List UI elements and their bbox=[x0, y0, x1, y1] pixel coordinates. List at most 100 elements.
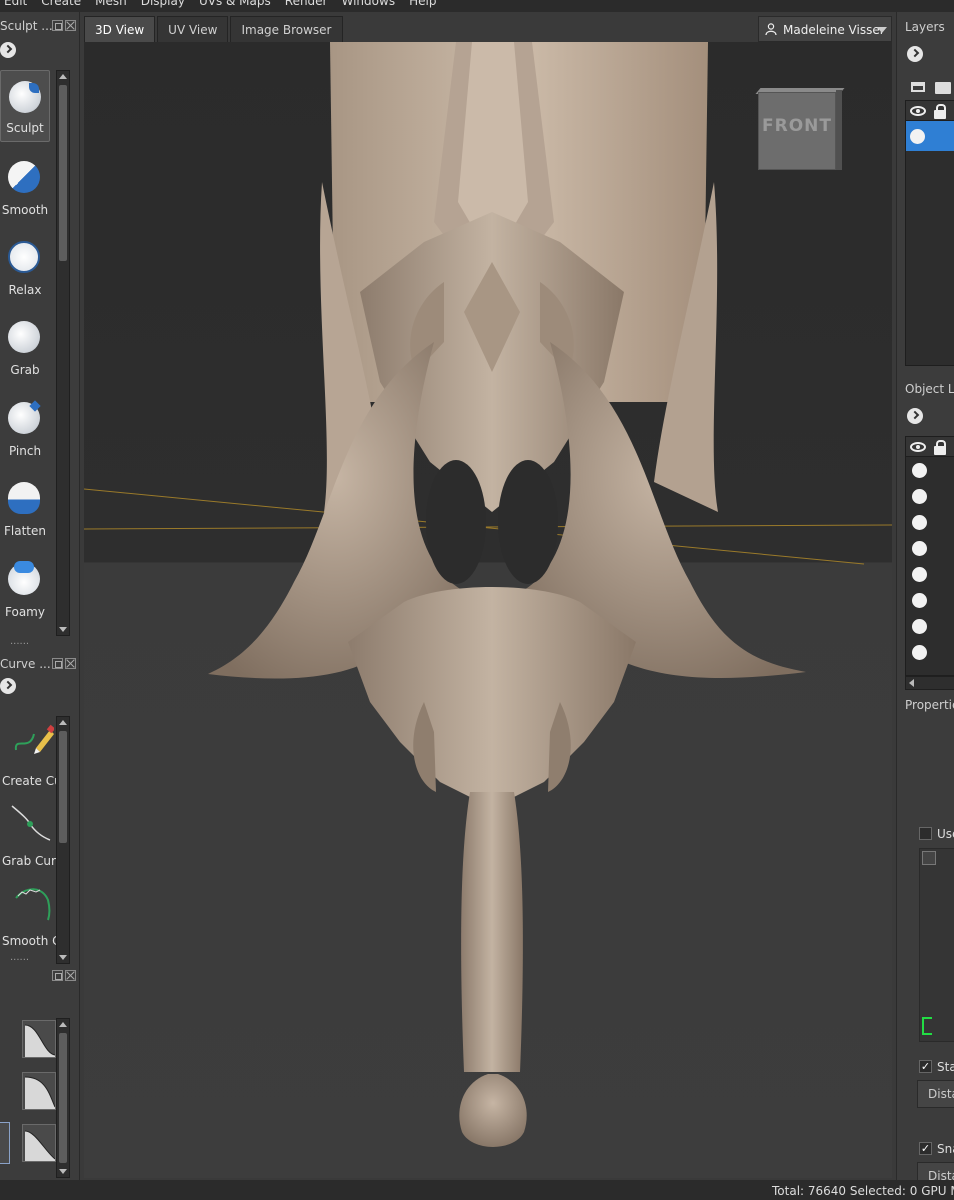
falloff-selection[interactable] bbox=[0, 1122, 10, 1164]
tool-sculpt[interactable]: Sculpt bbox=[0, 70, 50, 142]
stamp-checkbox[interactable]: ✓ bbox=[919, 1060, 932, 1073]
lock-icon[interactable] bbox=[934, 104, 946, 119]
tab-image-browser[interactable]: Image Browser bbox=[230, 16, 343, 42]
falloff-curve-3[interactable] bbox=[22, 1124, 56, 1162]
object-visibility-dot[interactable] bbox=[912, 619, 927, 634]
tab-3d-view[interactable]: 3D View bbox=[84, 16, 156, 42]
menu-help[interactable]: Help bbox=[409, 0, 436, 8]
undock-icon[interactable] bbox=[52, 658, 63, 669]
folder-icon[interactable] bbox=[935, 82, 951, 94]
curve-editor-toggle[interactable] bbox=[922, 851, 936, 865]
flatten-brush-icon bbox=[8, 482, 40, 514]
menu-windows[interactable]: Windows bbox=[342, 0, 396, 8]
sculpt-panel-title: Sculpt ... bbox=[0, 19, 53, 33]
object-visibility-dot[interactable] bbox=[912, 567, 927, 582]
falloff-curve-2[interactable] bbox=[22, 1072, 56, 1110]
guard-hole-right bbox=[498, 460, 558, 584]
close-icon[interactable] bbox=[65, 20, 76, 31]
user-icon bbox=[765, 23, 777, 35]
tool-smooth[interactable]: Smooth bbox=[0, 151, 50, 223]
falloff-curve-icon bbox=[25, 1130, 55, 1161]
object-visibility-dot[interactable] bbox=[912, 489, 927, 504]
navigation-cube[interactable]: FRONT bbox=[754, 86, 845, 174]
layers-list[interactable] bbox=[905, 100, 954, 366]
layers-stack-icon[interactable] bbox=[911, 82, 925, 92]
scroll-down-icon[interactable] bbox=[59, 955, 67, 960]
menu-uvs-maps[interactable]: UVs & Maps bbox=[199, 0, 271, 8]
close-icon[interactable] bbox=[65, 658, 76, 669]
object-visibility-dot[interactable] bbox=[912, 463, 927, 478]
tool-pinch[interactable]: Pinch bbox=[0, 392, 50, 464]
lock-icon[interactable] bbox=[934, 440, 946, 455]
object-visibility-dot[interactable] bbox=[912, 645, 927, 660]
visibility-eye-icon[interactable] bbox=[910, 106, 926, 116]
tool-flatten[interactable]: Flatten bbox=[0, 472, 50, 544]
tool-label: Smooth Curve bbox=[2, 934, 58, 948]
close-icon[interactable] bbox=[65, 970, 76, 981]
object-list-hscroll[interactable] bbox=[905, 676, 954, 690]
3d-viewport[interactable]: FRONT bbox=[84, 42, 892, 1178]
panel-grip[interactable]: ...... bbox=[10, 636, 29, 647]
menu-render[interactable]: Render bbox=[285, 0, 328, 8]
tool-label: Grab Curve bbox=[2, 854, 58, 868]
tool-grab-curve[interactable]: Grab Curve bbox=[0, 794, 60, 874]
pommel bbox=[459, 1074, 527, 1147]
stamp-distance-field[interactable]: Distance bbox=[917, 1080, 954, 1108]
scroll-thumb[interactable] bbox=[59, 731, 67, 843]
use-checkbox[interactable] bbox=[919, 827, 932, 840]
curve-editor-area[interactable] bbox=[919, 848, 954, 1042]
snap-label: Snap bbox=[937, 1142, 954, 1156]
object-visibility-dot[interactable] bbox=[912, 541, 927, 556]
tool-label: Smooth bbox=[1, 203, 49, 217]
menu-edit[interactable]: Edit bbox=[4, 0, 27, 8]
tool-create-curve[interactable]: Create Curve bbox=[0, 714, 60, 794]
object-visibility-dot[interactable] bbox=[912, 515, 927, 530]
tool-label: Foamy bbox=[5, 605, 45, 619]
tool-grab[interactable]: Grab bbox=[0, 311, 50, 383]
sword-model[interactable] bbox=[84, 42, 892, 1178]
tool-label: Flatten bbox=[4, 524, 46, 538]
scroll-down-icon[interactable] bbox=[59, 627, 67, 632]
expand-chevron-icon[interactable] bbox=[907, 46, 923, 62]
curve-panel-title: Curve ... bbox=[0, 657, 51, 671]
curve-tools-scrollbar[interactable] bbox=[56, 716, 70, 964]
scroll-left-icon[interactable] bbox=[909, 679, 914, 687]
expand-chevron-icon[interactable] bbox=[907, 408, 923, 424]
falloff-curve-icon bbox=[25, 1076, 55, 1109]
scroll-up-icon[interactable] bbox=[59, 720, 67, 725]
snap-checkbox[interactable]: ✓ bbox=[919, 1142, 932, 1155]
undock-icon[interactable] bbox=[52, 970, 63, 981]
tab-uv-view[interactable]: UV View bbox=[157, 16, 229, 42]
user-account-dropdown[interactable]: Madeleine Visser bbox=[758, 16, 892, 42]
tool-smooth-curve[interactable]: Smooth Curve bbox=[0, 874, 60, 954]
layers-title: Layers bbox=[905, 20, 945, 34]
cube-right-face[interactable] bbox=[836, 90, 842, 170]
falloff-scrollbar[interactable] bbox=[56, 1018, 70, 1178]
menu-create[interactable]: Create bbox=[41, 0, 81, 8]
scroll-thumb[interactable] bbox=[59, 1033, 67, 1163]
curve-handle-marker[interactable] bbox=[922, 1017, 932, 1035]
scroll-thumb[interactable] bbox=[59, 85, 67, 261]
expand-chevron-icon[interactable] bbox=[0, 42, 16, 58]
object-visibility-dot[interactable] bbox=[912, 593, 927, 608]
expand-chevron-icon[interactable] bbox=[0, 678, 16, 694]
layer-row-selected[interactable] bbox=[906, 121, 954, 151]
visibility-eye-icon[interactable] bbox=[910, 442, 926, 452]
status-bar: Total: 76640 Selected: 0 GPU Mem bbox=[0, 1180, 954, 1200]
falloff-curve-1[interactable] bbox=[22, 1020, 56, 1058]
tool-foamy[interactable]: Foamy bbox=[0, 553, 50, 625]
tool-relax[interactable]: Relax bbox=[0, 231, 50, 303]
sculpt-tools-scrollbar[interactable] bbox=[56, 70, 70, 636]
scroll-down-icon[interactable] bbox=[59, 1169, 67, 1174]
panel-grip[interactable]: ...... bbox=[10, 952, 29, 963]
menu-mesh[interactable]: Mesh bbox=[95, 0, 127, 8]
right-panel: Layers Object List Properties Use bbox=[896, 12, 954, 1190]
object-list[interactable] bbox=[905, 436, 954, 676]
layer-visibility-dot[interactable] bbox=[910, 129, 925, 144]
menu-display[interactable]: Display bbox=[141, 0, 185, 8]
scroll-up-icon[interactable] bbox=[59, 1022, 67, 1027]
undock-icon[interactable] bbox=[52, 20, 63, 31]
curve-panel-header: Curve ... bbox=[0, 654, 80, 674]
scroll-up-icon[interactable] bbox=[59, 74, 67, 79]
tool-label: Sculpt bbox=[6, 121, 44, 135]
